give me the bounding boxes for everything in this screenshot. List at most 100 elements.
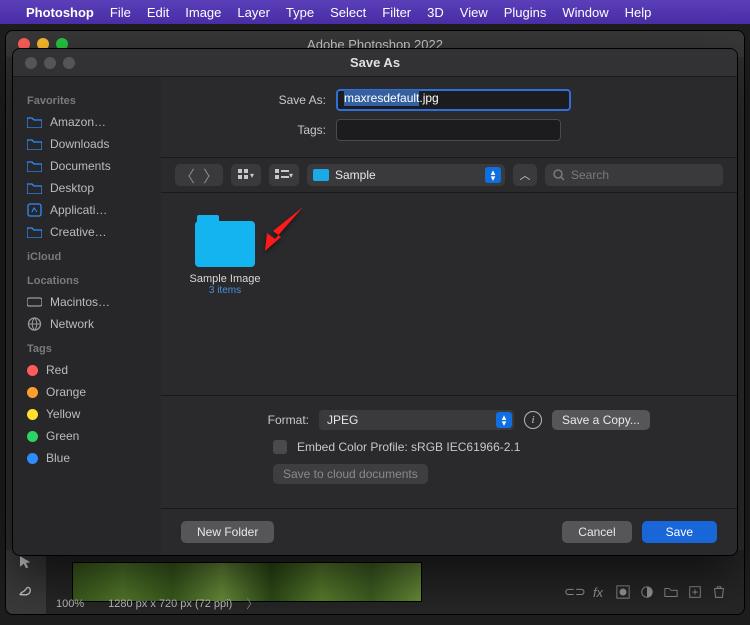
folder-icon <box>195 221 255 267</box>
sidebar-item-creative[interactable]: Creative… <box>13 221 161 243</box>
folder-name: Sample Image <box>179 273 271 285</box>
sidebar-tag-blue[interactable]: Blue <box>13 447 161 469</box>
search-input[interactable]: Search <box>545 164 723 186</box>
tags-input[interactable] <box>336 119 561 141</box>
format-popup[interactable]: JPEG ▴▾ <box>319 410 514 430</box>
chevron-down-icon: ▾ <box>250 171 254 180</box>
folder-icon <box>27 182 42 194</box>
location-popup[interactable]: Sample ▴▾ <box>307 164 505 186</box>
dialog-titlebar: Save As <box>13 49 737 77</box>
sidebar-item-applications[interactable]: Applicati… <box>13 199 161 221</box>
link-icon[interactable]: ⊂⊃ <box>564 584 580 600</box>
move-tool-icon[interactable] <box>17 554 35 572</box>
group-icon <box>275 169 289 181</box>
sidebar-head-favorites: Favorites <box>13 87 161 111</box>
menu-select[interactable]: Select <box>330 5 366 20</box>
dialog-footer: New Folder Cancel Save <box>161 508 737 555</box>
menu-layer[interactable]: Layer <box>237 5 270 20</box>
fx-icon[interactable]: fx <box>590 585 606 600</box>
folder-icon <box>27 116 42 128</box>
menu-filter[interactable]: Filter <box>382 5 411 20</box>
doc-dimensions: 1280 px x 720 px (72 ppi) <box>108 598 232 610</box>
tag-dot-icon <box>27 387 38 398</box>
finder-sidebar: Favorites Amazon… Downloads Documents De… <box>13 77 161 555</box>
folder-icon <box>27 138 42 150</box>
menu-file[interactable]: File <box>110 5 131 20</box>
folder-icon <box>313 169 329 181</box>
menu-3d[interactable]: 3D <box>427 5 444 20</box>
sidebar-item-downloads[interactable]: Downloads <box>13 133 161 155</box>
icon-view-icon <box>238 169 250 181</box>
menu-view[interactable]: View <box>460 5 488 20</box>
up-folder-button[interactable]: ︿ <box>513 164 537 186</box>
nav-back-forward: 〈 〉 <box>175 164 223 186</box>
app-icon <box>27 203 42 217</box>
sidebar-tag-yellow[interactable]: Yellow <box>13 403 161 425</box>
sidebar-head-icloud: iCloud <box>13 243 161 267</box>
embed-profile-checkbox[interactable] <box>273 440 287 454</box>
folder-count: 3 items <box>179 285 271 296</box>
tag-dot-icon <box>27 409 38 420</box>
lasso-tool-icon[interactable] <box>17 580 35 598</box>
back-button[interactable]: 〈 <box>175 164 199 186</box>
folder-icon[interactable] <box>664 585 678 599</box>
menu-edit[interactable]: Edit <box>147 5 169 20</box>
sidebar-head-tags: Tags <box>13 335 161 359</box>
save-copy-button[interactable]: Save a Copy... <box>552 410 650 430</box>
menu-window[interactable]: Window <box>562 5 608 20</box>
sidebar-tag-green[interactable]: Green <box>13 425 161 447</box>
menu-plugins[interactable]: Plugins <box>504 5 547 20</box>
sidebar-item-network[interactable]: Network <box>13 313 161 335</box>
sidebar-item-amazon[interactable]: Amazon… <box>13 111 161 133</box>
sidebar-tag-red[interactable]: Red <box>13 359 161 381</box>
hd-icon <box>27 296 42 308</box>
new-layer-icon[interactable] <box>688 585 702 599</box>
sidebar-tag-orange[interactable]: Orange <box>13 381 161 403</box>
tag-dot-icon <box>27 431 38 442</box>
dialog-main: Save As: maxresdefault.jpg Tags: 〈 〉 ▾ ▾ <box>161 77 737 555</box>
saveas-label: Save As: <box>181 93 336 107</box>
tag-dot-icon <box>27 453 38 464</box>
folder-icon <box>27 160 42 172</box>
save-cloud-button[interactable]: Save to cloud documents <box>273 464 428 484</box>
file-browser[interactable]: Sample Image 3 items <box>161 193 737 395</box>
status-more-icon[interactable]: 〉 <box>246 595 258 612</box>
app-menu[interactable]: Photoshop <box>26 5 94 20</box>
group-mode[interactable]: ▾ <box>269 164 299 186</box>
mask-icon[interactable] <box>616 585 630 599</box>
dialog-title: Save As <box>13 55 737 70</box>
menu-help[interactable]: Help <box>625 5 652 20</box>
menubar: Photoshop File Edit Image Layer Type Sel… <box>0 0 750 24</box>
embed-profile-label: Embed Color Profile: sRGB IEC61966-2.1 <box>297 440 520 454</box>
chevron-down-icon: ▾ <box>289 171 293 180</box>
forward-button[interactable]: 〉 <box>199 164 223 186</box>
search-icon <box>553 169 565 181</box>
cancel-button[interactable]: Cancel <box>562 521 631 543</box>
trash-icon[interactable] <box>712 585 726 599</box>
status-bar: 100% 1280 px x 720 px (72 ppi) 〉 <box>46 595 258 612</box>
sidebar-item-desktop[interactable]: Desktop <box>13 177 161 199</box>
updown-icon: ▴▾ <box>496 412 512 428</box>
menu-image[interactable]: Image <box>185 5 221 20</box>
updown-icon: ▴▾ <box>485 167 501 183</box>
layer-panel-icons: ⊂⊃ fx <box>564 584 726 600</box>
save-button[interactable]: Save <box>642 521 717 543</box>
globe-icon <box>27 317 42 331</box>
annotation-arrow-icon <box>253 207 303 256</box>
save-options: Format: JPEG ▴▾ i Save a Copy... Embed C… <box>161 395 737 508</box>
sidebar-item-macintosh[interactable]: Macintos… <box>13 291 161 313</box>
view-mode-icon[interactable]: ▾ <box>231 164 261 186</box>
info-icon[interactable]: i <box>524 411 542 429</box>
tags-label: Tags: <box>181 123 336 137</box>
menu-type[interactable]: Type <box>286 5 314 20</box>
browser-toolbar: 〈 〉 ▾ ▾ Sample ▴▾ ︿ Search <box>161 157 737 193</box>
format-label: Format: <box>181 413 309 427</box>
sidebar-item-documents[interactable]: Documents <box>13 155 161 177</box>
zoom-level[interactable]: 100% <box>46 598 94 610</box>
toolbar <box>6 550 46 614</box>
new-folder-button[interactable]: New Folder <box>181 521 274 543</box>
adjustment-icon[interactable] <box>640 585 654 599</box>
save-as-dialog: Save As Favorites Amazon… Downloads Docu… <box>12 48 738 556</box>
folder-icon <box>27 226 42 238</box>
filename-input[interactable]: maxresdefault.jpg <box>336 89 571 111</box>
